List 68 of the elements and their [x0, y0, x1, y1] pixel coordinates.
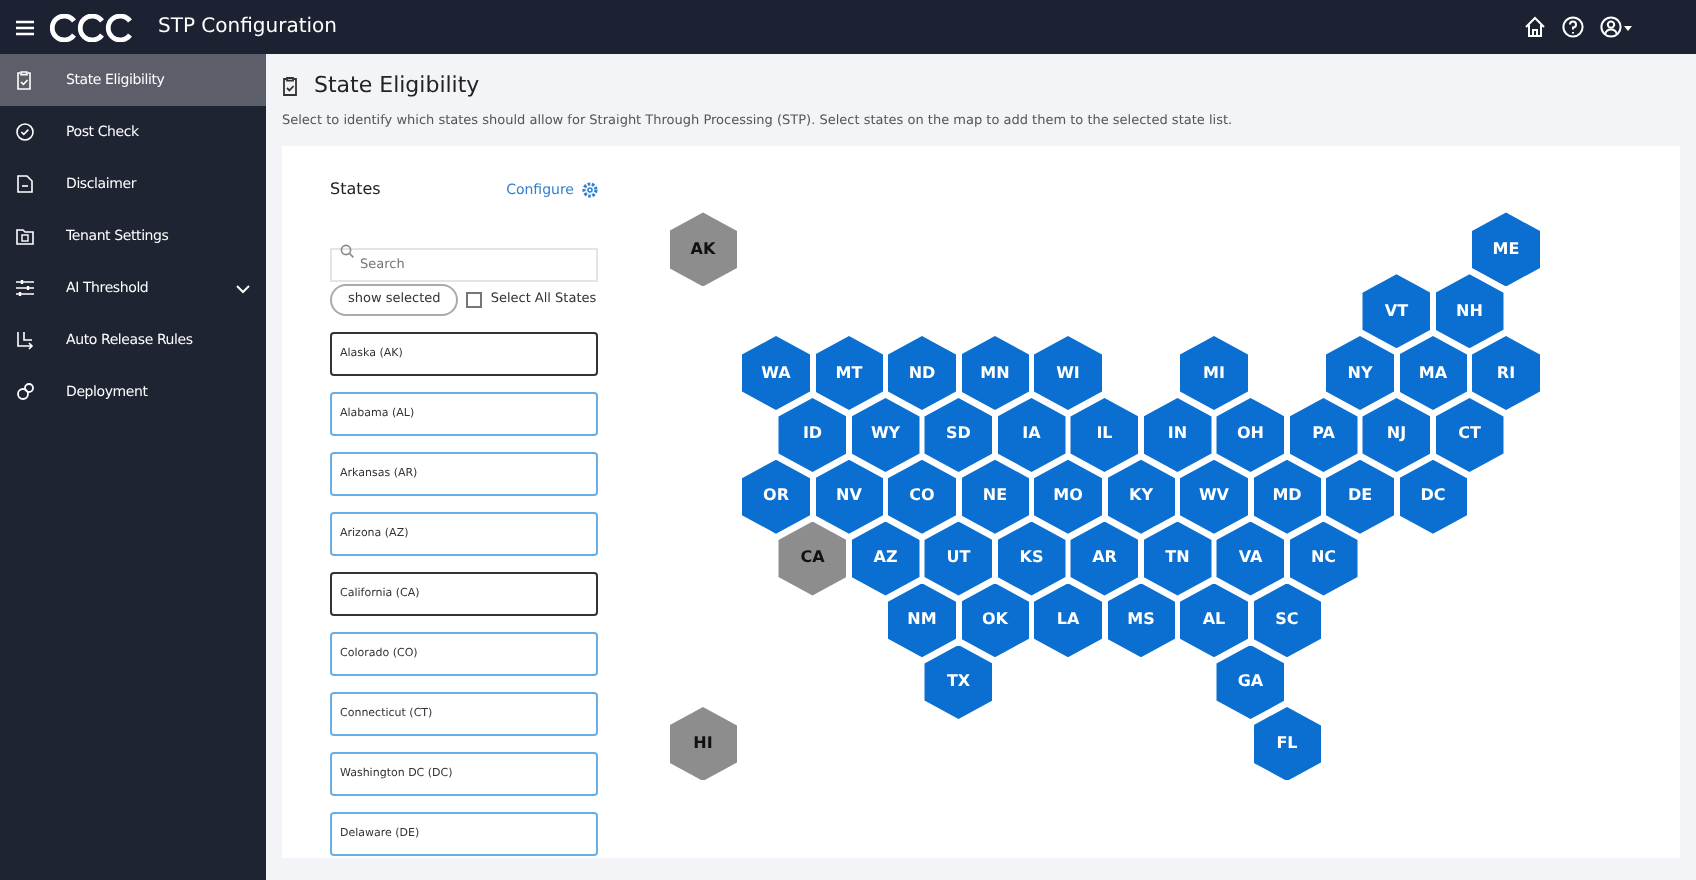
state-tile[interactable]: SC — [1253, 583, 1321, 658]
state-tile[interactable]: KY — [1107, 459, 1175, 534]
state-tile[interactable]: NV — [815, 459, 883, 534]
state-tile[interactable]: MT — [815, 336, 883, 411]
state-tile[interactable]: VT — [1362, 274, 1431, 349]
state-tile[interactable]: ME — [1472, 212, 1540, 287]
state-tile[interactable]: IN — [1143, 397, 1212, 472]
settings-icon[interactable] — [582, 182, 598, 199]
state-tile[interactable]: MI — [1180, 336, 1248, 411]
state-tile[interactable]: KS — [997, 521, 1066, 596]
state-tile[interactable]: MA — [1399, 336, 1467, 411]
state-tile[interactable]: OK — [961, 583, 1029, 658]
home-icon[interactable] — [1524, 16, 1546, 38]
chevron-icon[interactable] — [236, 283, 250, 293]
state-tile[interactable]: WV — [1180, 459, 1248, 534]
states-heading: States — [330, 178, 381, 203]
state-tile[interactable]: HI — [669, 706, 737, 781]
state-tile[interactable]: LA — [1034, 583, 1102, 658]
state-tile[interactable]: DE — [1326, 459, 1394, 534]
state-tile[interactable]: MD — [1253, 459, 1321, 534]
state-tile[interactable]: ND — [888, 336, 956, 411]
state-tile[interactable]: UT — [924, 521, 993, 596]
state-tile[interactable]: TX — [924, 645, 993, 720]
state-tile[interactable]: CT — [1435, 397, 1504, 472]
state-tile[interactable]: AR — [1070, 521, 1139, 596]
state-tile[interactable]: PA — [1289, 397, 1358, 472]
state-tile[interactable]: NH — [1435, 274, 1504, 349]
state-tile[interactable]: IA — [997, 397, 1066, 472]
app-title: STP Configuration — [158, 14, 337, 42]
clipboard-icon — [16, 70, 34, 90]
state-tile[interactable]: ID — [778, 397, 847, 472]
state-tile[interactable]: AL — [1180, 583, 1248, 658]
menu-icon[interactable] — [16, 19, 34, 35]
state-tile[interactable]: OR — [742, 459, 810, 534]
clipboard-icon — [282, 76, 298, 97]
help-icon[interactable] — [1562, 16, 1584, 38]
state-tile[interactable]: SD — [924, 397, 993, 472]
state-tile[interactable]: TN — [1143, 521, 1212, 596]
user-menu-icon[interactable] — [1600, 16, 1632, 38]
page-title: State Eligibility — [314, 70, 480, 102]
state-tile[interactable]: VA — [1216, 521, 1285, 596]
state-tile[interactable]: FL — [1253, 706, 1321, 781]
state-tile[interactable]: NJ — [1362, 397, 1431, 472]
state-tile[interactable]: MN — [961, 336, 1029, 411]
state-tile[interactable]: WY — [851, 397, 920, 472]
state-tile[interactable]: OH — [1216, 397, 1285, 472]
state-tile[interactable]: WI — [1034, 336, 1102, 411]
state-tile[interactable]: DC — [1399, 459, 1467, 534]
state-tile[interactable]: WA — [742, 336, 810, 411]
state-tile[interactable]: RI — [1472, 336, 1540, 411]
state-tile[interactable]: AZ — [851, 521, 920, 596]
check-circle-icon — [16, 122, 34, 142]
document-icon — [16, 174, 34, 194]
state-tile[interactable]: CO — [888, 459, 956, 534]
state-tile[interactable]: NM — [888, 583, 956, 658]
state-tile[interactable]: CA — [778, 521, 847, 596]
state-tile[interactable]: MS — [1107, 583, 1175, 658]
select-all-checkbox[interactable] — [466, 292, 483, 309]
state-tile[interactable]: NE — [961, 459, 1029, 534]
state-tile[interactable]: NC — [1289, 521, 1358, 596]
folder-icon — [16, 226, 34, 246]
state-tile[interactable]: IL — [1070, 397, 1139, 472]
state-tile[interactable]: MO — [1034, 459, 1102, 534]
state-tile[interactable]: NY — [1326, 336, 1394, 411]
flow-icon — [16, 330, 34, 350]
state-tile[interactable]: AK — [669, 212, 737, 287]
sliders-icon — [16, 278, 34, 298]
state-tile[interactable]: GA — [1216, 645, 1285, 720]
